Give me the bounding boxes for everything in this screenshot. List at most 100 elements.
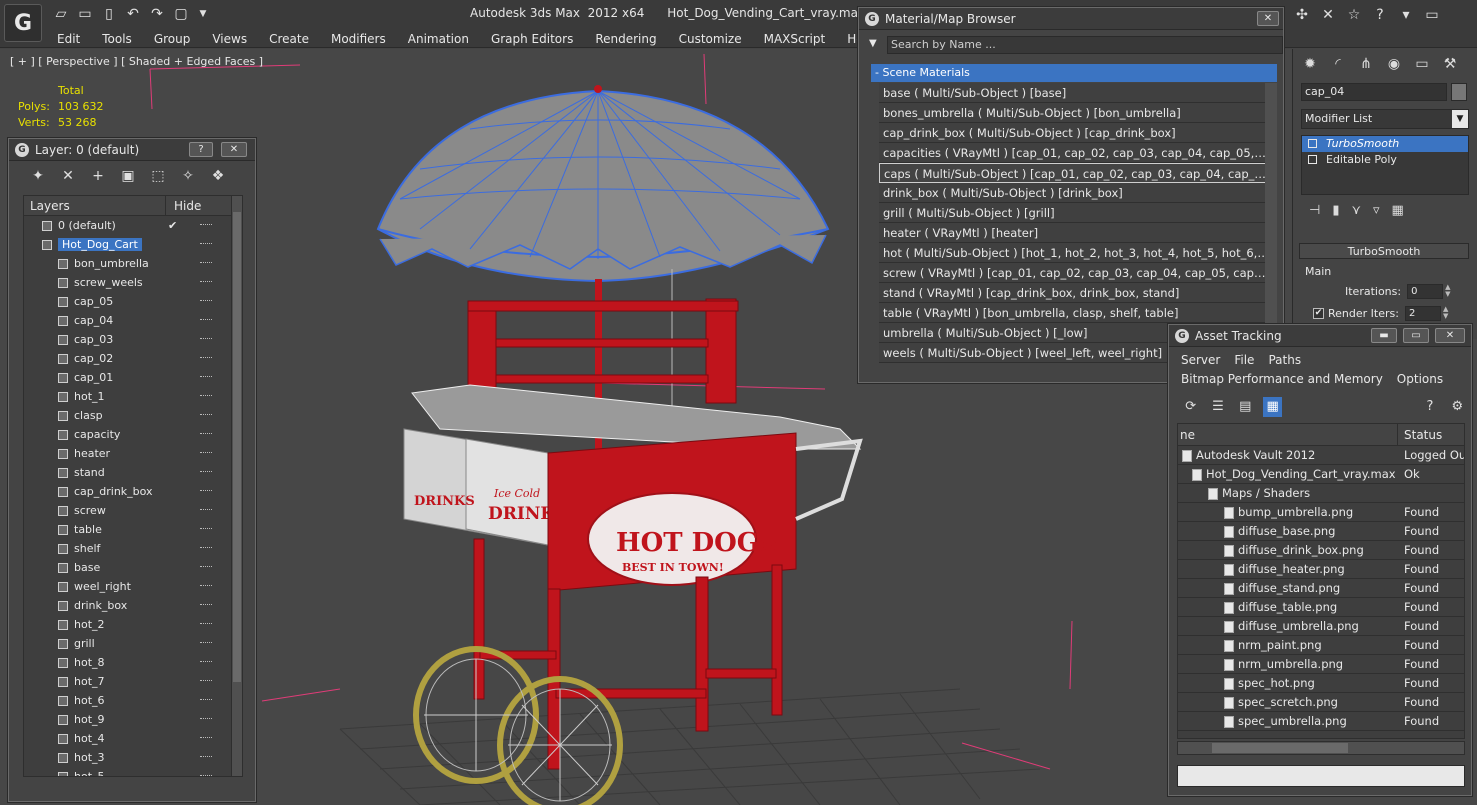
col-name[interactable]: ne [1178,424,1398,445]
redo-icon[interactable]: ↷ [148,6,166,22]
open-file-icon[interactable]: ▭ [76,6,94,22]
asset-horizontal-scrollbar[interactable] [1177,741,1465,755]
asset-row[interactable]: diffuse_stand.png Found [1178,579,1464,598]
hide-toggle[interactable] [200,281,212,283]
asset-row[interactable]: nrm_umbrella.png Found [1178,655,1464,674]
layer-row[interactable]: drink_box [24,596,242,615]
material-item[interactable]: grill ( Multi/Sub-Object ) [grill] [879,203,1269,223]
material-search-input[interactable]: Search by Name ... [887,36,1283,54]
layer-row[interactable]: cap_02 [24,349,242,368]
layer-row[interactable]: hot_7 [24,672,242,691]
turbosmooth-rollout-title[interactable]: TurboSmooth [1299,243,1469,259]
asset-row[interactable]: diffuse_umbrella.png Found [1178,617,1464,636]
menu-animation[interactable]: Animation [397,30,480,48]
hide-toggle[interactable] [200,604,212,606]
layer-help-button[interactable]: ? [189,142,213,157]
layer-row[interactable]: hot_5 [24,767,242,776]
hide-toggle[interactable] [200,433,212,435]
refresh-icon[interactable]: ⟳ [1181,397,1200,417]
hide-toggle[interactable] [200,243,212,245]
material-item[interactable]: stand ( VRayMtl ) [cap_drink_box, drink_… [879,283,1269,303]
layer-window-titlebar[interactable]: G Layer: 0 (default) ? ✕ [9,139,255,161]
material-item[interactable]: drink_box ( Multi/Sub-Object ) [drink_bo… [879,183,1269,203]
3dsmax-logo-icon[interactable]: G [4,4,42,42]
menu-group[interactable]: Group [143,30,202,48]
layer-row[interactable]: cap_drink_box [24,482,242,501]
asset-row[interactable]: Hot_Dog_Vending_Cart_vray.max Ok [1178,465,1464,484]
hide-toggle[interactable] [200,452,212,454]
asset-row[interactable]: spec_umbrella.png Found [1178,712,1464,731]
delete-icon[interactable]: ✕ [57,166,79,186]
minimize-icon[interactable]: ▾ [1396,5,1416,25]
menu-create[interactable]: Create [258,30,320,48]
asset-scroll-thumb[interactable] [1212,743,1348,753]
layer-row[interactable]: hot_3 [24,748,242,767]
restore-icon[interactable]: ▭ [1422,5,1442,25]
asset-menu-file[interactable]: File [1234,353,1254,367]
material-close-button[interactable]: ✕ [1257,11,1279,26]
tools-icon[interactable]: ✕ [1318,5,1338,25]
layer-row[interactable]: Hot_Dog_Cart [24,235,242,254]
current-layer-check-icon[interactable]: ✔ [168,219,177,232]
asset-row[interactable]: diffuse_base.png Found [1178,522,1464,541]
save-icon[interactable]: ▯ [100,6,118,22]
material-item[interactable]: table ( VRayMtl ) [bon_umbrella, clasp, … [879,303,1269,323]
hide-toggle[interactable] [200,300,212,302]
undo-icon[interactable]: ↶ [124,6,142,22]
object-name-field[interactable]: cap_04 [1301,83,1447,101]
hide-toggle[interactable] [200,585,212,587]
layer-row[interactable]: hot_4 [24,729,242,748]
hide-toggle[interactable] [200,395,212,397]
material-item[interactable]: heater ( VRayMtl ) [heater] [879,223,1269,243]
menu-customize[interactable]: Customize [668,30,753,48]
hide-toggle[interactable] [200,661,212,663]
material-item[interactable]: capacities ( VRayMtl ) [cap_01, cap_02, … [879,143,1269,163]
hide-toggle[interactable] [200,737,212,739]
hide-toggle[interactable] [200,490,212,492]
menu-modifiers[interactable]: Modifiers [320,30,397,48]
asset-window-titlebar[interactable]: G Asset Tracking ▬ ▭ ✕ [1169,325,1471,347]
vault-icon[interactable]: ⚙ [1448,397,1467,417]
layer-row[interactable]: cap_01 [24,368,242,387]
show-end-result-icon[interactable]: ▮ [1332,203,1339,218]
menu-graph-editors[interactable]: Graph Editors [480,30,584,48]
layer-row[interactable]: cap_05 [24,292,242,311]
help-icon[interactable]: ? [1370,5,1390,25]
layer-row[interactable]: screw [24,501,242,520]
asset-row[interactable]: Autodesk Vault 2012 Logged Out [1178,446,1464,465]
spinner-arrows-icon[interactable]: ▲ ▼ [1445,283,1455,299]
iterations-spinner[interactable]: 0 [1407,283,1444,299]
asset-row[interactable]: bump_umbrella.png Found [1178,503,1464,522]
motion-tab-icon[interactable]: ◉ [1383,53,1405,75]
hold-icon[interactable]: ▢ [172,6,190,22]
browser-options-icon[interactable]: ▼ [869,38,877,49]
add-icon[interactable]: + [87,166,109,186]
utilities-tab-icon[interactable]: ⚒ [1439,53,1461,75]
material-item[interactable]: cap_drink_box ( Multi/Sub-Object ) [cap_… [879,123,1269,143]
layer-row[interactable]: weel_right [24,577,242,596]
layer-row[interactable]: base [24,558,242,577]
layer-row[interactable]: hot_2 [24,615,242,634]
hide-toggle[interactable] [200,414,212,416]
layer-row[interactable]: clasp [24,406,242,425]
hide-toggle[interactable] [200,338,212,340]
asset-row[interactable]: spec_scretch.png Found [1178,693,1464,712]
chevron-down-icon[interactable]: ▼ [1452,110,1468,128]
col-hide[interactable]: Hide [166,196,206,215]
modify-tab-icon[interactable]: ◜ [1327,53,1349,75]
scene-materials-group[interactable]: - Scene Materials [871,64,1277,82]
remove-modifier-icon[interactable]: ▿ [1373,203,1380,218]
layer-row[interactable]: heater [24,444,242,463]
dropdown-icon[interactable]: ▼ [194,6,212,22]
asset-menu-options[interactable]: Options [1397,372,1443,386]
layer-row[interactable]: capacity [24,425,242,444]
layer-row[interactable]: hot_1 [24,387,242,406]
asset-row[interactable]: diffuse_heater.png Found [1178,560,1464,579]
asset-menu-server[interactable]: Server [1181,353,1220,367]
expand-icon[interactable] [1308,155,1317,164]
layer-row[interactable]: hot_8 [24,653,242,672]
hierarchy-tab-icon[interactable]: ⋔ [1355,53,1377,75]
material-item[interactable]: caps ( Multi/Sub-Object ) [cap_01, cap_0… [879,163,1269,183]
layer-close-button[interactable]: ✕ [221,142,247,157]
make-unique-icon[interactable]: ⋎ [1351,203,1361,218]
